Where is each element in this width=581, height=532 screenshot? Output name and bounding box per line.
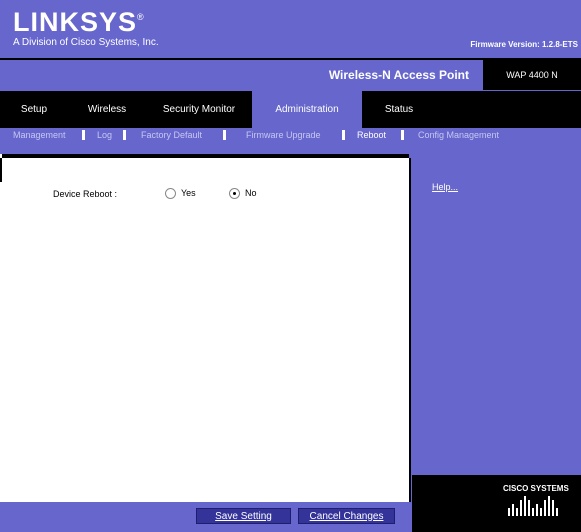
subtab-separator (82, 130, 85, 140)
subtab-factory-default[interactable]: Factory Default (141, 128, 202, 142)
firmware-version: Firmware Version: 1.2.8-ETS (470, 40, 578, 49)
subtab-reboot[interactable]: Reboot (357, 128, 386, 142)
help-link[interactable]: Help... (432, 182, 458, 192)
content-top-shadow (2, 154, 409, 158)
tab-administration[interactable]: Administration (252, 91, 362, 128)
cancel-changes-button[interactable]: Cancel Changes (298, 508, 395, 524)
cisco-wordmark: CISCO SYSTEMS (503, 484, 569, 493)
subtab-separator (223, 130, 226, 140)
content-right-shadow (409, 158, 411, 502)
reboot-no-radio[interactable] (229, 188, 240, 199)
model-badge: WAP 4400 N (483, 60, 581, 90)
registered-mark: ® (137, 12, 144, 22)
reboot-yes-label: Yes (181, 188, 196, 198)
tab-setup[interactable]: Setup (0, 91, 68, 128)
reboot-no-label: No (245, 188, 257, 198)
save-setting-button[interactable]: Save Setting (196, 508, 291, 524)
subtab-separator (401, 130, 404, 140)
content-left-edge (0, 158, 2, 182)
cisco-bridge-icon (508, 496, 558, 516)
reboot-yes-radio[interactable] (165, 188, 176, 199)
tab-status[interactable]: Status (362, 91, 436, 128)
content-panel (0, 154, 409, 502)
tab-wireless[interactable]: Wireless (68, 91, 146, 128)
product-name: Wireless-N Access Point (328, 68, 469, 82)
subtab-separator (123, 130, 126, 140)
subtab-firmware-upgrade[interactable]: Firmware Upgrade (246, 128, 321, 142)
device-reboot-label: Device Reboot : (53, 189, 118, 199)
tagline: A Division of Cisco Systems, Inc. (13, 37, 159, 48)
subtab-separator (342, 130, 345, 140)
subtab-config-management[interactable]: Config Management (418, 128, 499, 142)
subtab-management[interactable]: Management (13, 128, 66, 142)
linksys-logo: LINKSYS (13, 7, 138, 37)
tab-security-monitor[interactable]: Security Monitor (146, 91, 252, 128)
subtab-log[interactable]: Log (97, 128, 112, 142)
